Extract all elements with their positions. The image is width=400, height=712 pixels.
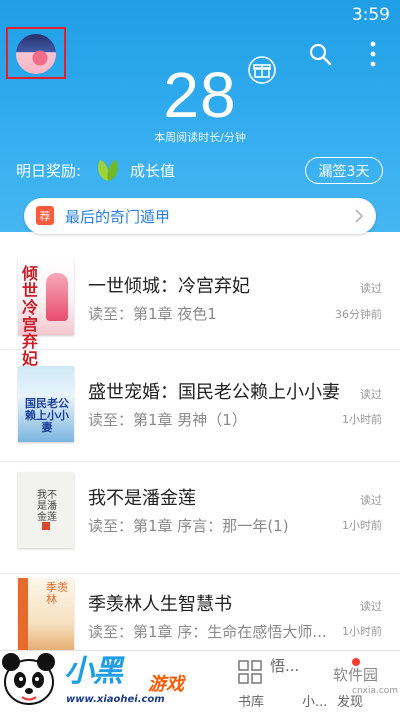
watermark-title: 小黑	[64, 654, 123, 689]
book-title[interactable]: 季羡林人生智慧书	[88, 590, 232, 616]
cover-figure	[46, 273, 68, 321]
watermark-right-url: cnxia.com	[352, 686, 399, 696]
read-time: 1小时前	[342, 413, 382, 426]
reward-value: 成长值	[130, 162, 176, 180]
book-progress: 读至：第1章 夜色1	[88, 305, 217, 323]
book-item[interactable]: 我不是潘金莲 我不是潘金莲 读至：第1章 序言：那一年(1) 读过 1小时前	[0, 462, 400, 574]
recommendation-bar[interactable]: 荐 最后的奇门遁甲	[24, 198, 376, 234]
book-title[interactable]: 一世倾城：冷宫弃妃	[88, 272, 250, 298]
read-label: 读过	[360, 494, 382, 507]
book-progress: 读至：第1章 男神（1）	[88, 411, 247, 429]
missed-signin-button[interactable]: 漏签3天	[305, 157, 383, 184]
leaf-icon	[98, 160, 118, 181]
gift-icon[interactable]	[248, 56, 276, 84]
cover-text: 我不是潘金莲	[37, 490, 57, 523]
recommendation-title[interactable]: 最后的奇门遁甲	[65, 206, 170, 227]
watermark-url: www.xiaohei.com	[66, 694, 165, 705]
book-cover[interactable]: 国民老公赖上小小妻	[18, 366, 74, 442]
nav-label-library[interactable]: 书库	[238, 691, 264, 710]
read-label: 读过	[360, 282, 382, 295]
book-progress: 读至：第1章 序：生命在感悟大师...	[88, 623, 327, 641]
book-cover[interactable]: 倾世冷宫弃妃	[18, 259, 74, 367]
recommend-badge: 荐	[36, 206, 54, 225]
book-item[interactable]: 倾世冷宫弃妃 一世倾城：冷宫弃妃 读至：第1章 夜色1 读过 36分钟前	[0, 238, 400, 367]
read-label: 读过	[360, 600, 382, 613]
library-icon[interactable]	[237, 659, 263, 685]
cover-text: 国民老公赖上小小妻	[25, 397, 69, 434]
book-item[interactable]: 国民老公赖上小小妻 盛世宠婚：国民老公赖上小小妻 读至：第1章 男神（1） 读过…	[0, 350, 400, 462]
book-cover[interactable]: 我不是潘金莲	[18, 472, 74, 548]
nav-label-partial[interactable]: 悟...	[270, 655, 299, 676]
read-time: 1小时前	[342, 519, 382, 532]
cover-seal	[42, 522, 50, 530]
book-title[interactable]: 我不是潘金莲	[88, 484, 196, 510]
weekly-reading-minutes: 28	[163, 59, 237, 131]
weekly-reading-caption: 本周阅读时长/分钟	[154, 131, 246, 144]
read-label: 读过	[360, 388, 382, 401]
watermark-right-text: 软件园	[333, 666, 379, 684]
book-progress: 读至：第1章 序言：那一年(1)	[88, 517, 289, 535]
book-title[interactable]: 盛世宠婚：国民老公赖上小小妻	[88, 378, 340, 404]
read-time: 36分钟前	[335, 308, 382, 321]
read-time: 1小时前	[342, 625, 382, 638]
status-time: 3:59	[351, 5, 390, 25]
nav-label-partial-2[interactable]: 小...	[302, 691, 327, 710]
chevron-right-icon	[355, 209, 364, 223]
panda-logo-icon	[2, 653, 55, 705]
watermark-subtitle: 游戏	[148, 674, 184, 695]
cover-text: 季羡林	[46, 581, 68, 606]
reward-label: 明日奖励:	[16, 162, 82, 180]
